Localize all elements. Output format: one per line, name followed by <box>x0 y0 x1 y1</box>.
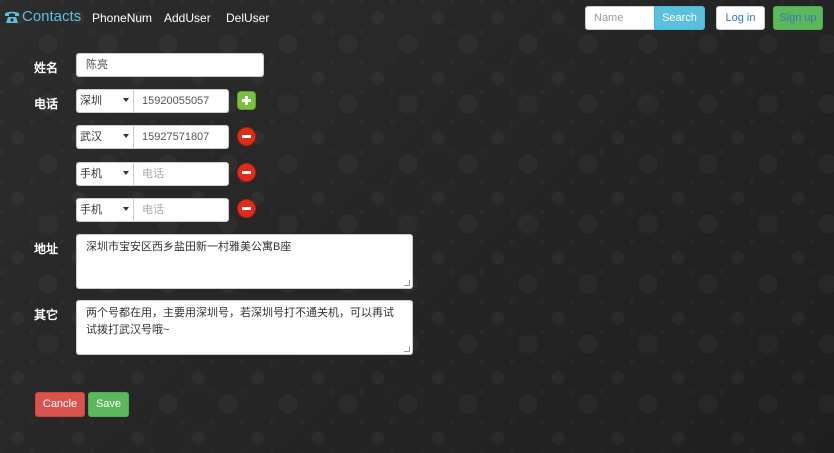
phone-location-value: 深圳 <box>80 95 102 107</box>
nav-link-deluser[interactable]: DelUser <box>226 11 269 25</box>
remove-phone-button[interactable] <box>237 199 256 218</box>
brand-title: Contacts <box>22 8 82 25</box>
nav-link-adduser[interactable]: AddUser <box>164 11 211 25</box>
minus-icon <box>242 207 251 210</box>
phone-location-select[interactable]: 武汉 <box>76 125 134 149</box>
phone-label: 电话 <box>34 97 59 111</box>
phone-location-value: 武汉 <box>80 131 102 143</box>
address-value: 深圳市宝安区西乡盐田新一村雅美公寓B座 <box>86 241 292 253</box>
phone-location-select[interactable]: 手机 <box>76 198 134 222</box>
other-textarea[interactable]: 两个号都在用，主要用深圳号，若深圳号打不通关机，可以再试试拨打武汉号哦~ <box>76 300 413 355</box>
phone-location-select[interactable]: 深圳 <box>76 89 134 113</box>
brand-link[interactable]: Contacts <box>4 8 81 25</box>
navbar: Contacts PhoneNum AddUser DelUser Search… <box>0 0 834 36</box>
phone-number-field[interactable]: 电话 <box>133 162 229 186</box>
remove-phone-button[interactable] <box>237 163 256 182</box>
name-label: 姓名 <box>34 61 59 75</box>
signup-button[interactable]: Sign up <box>773 6 823 30</box>
phone-location-value: 手机 <box>80 168 102 180</box>
minus-icon <box>242 171 251 174</box>
phone-icon <box>5 11 19 23</box>
caret-down-icon <box>123 171 129 175</box>
address-label: 地址 <box>34 242 59 256</box>
resize-grip-icon[interactable] <box>404 346 410 352</box>
remove-phone-button[interactable] <box>237 127 256 146</box>
phone-number-field[interactable]: 电话 <box>133 198 229 222</box>
phone-number-field[interactable]: 15927571807 <box>133 125 229 149</box>
caret-down-icon <box>123 98 129 102</box>
cancel-button[interactable]: Cancle <box>35 392 85 417</box>
caret-down-icon <box>123 134 129 138</box>
phone-location-value: 手机 <box>80 204 102 216</box>
other-value: 两个号都在用，主要用深圳号，若深圳号打不通关机，可以再试试拨打武汉号哦~ <box>86 307 394 336</box>
phone-location-select[interactable]: 手机 <box>76 162 134 186</box>
resize-grip-icon[interactable] <box>404 280 410 286</box>
name-field[interactable]: 陈亮 <box>76 53 264 77</box>
minus-icon <box>242 135 251 138</box>
search-button[interactable]: Search <box>654 6 705 30</box>
add-phone-button[interactable] <box>237 91 256 110</box>
search-input[interactable] <box>585 6 655 30</box>
other-label: 其它 <box>34 308 59 322</box>
phone-number-field[interactable]: 15920055057 <box>133 89 229 113</box>
login-button[interactable]: Log in <box>716 6 765 30</box>
nav-link-phonenum[interactable]: PhoneNum <box>92 11 152 25</box>
caret-down-icon <box>123 207 129 211</box>
address-textarea[interactable]: 深圳市宝安区西乡盐田新一村雅美公寓B座 <box>76 234 413 289</box>
save-button[interactable]: Save <box>88 392 129 417</box>
